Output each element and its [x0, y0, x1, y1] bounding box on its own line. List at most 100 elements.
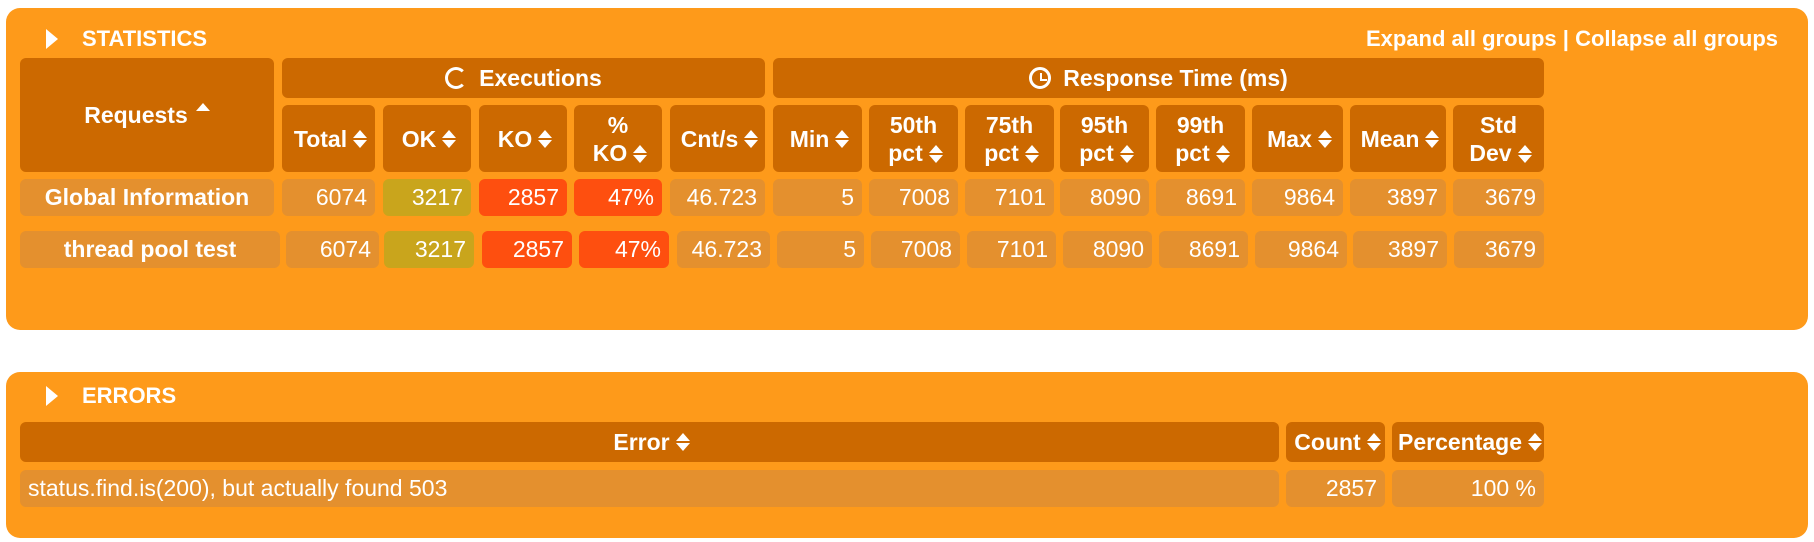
sort-icon	[1317, 129, 1332, 148]
link-separator: |	[1556, 26, 1576, 51]
cell-p75: 7101	[967, 231, 1056, 268]
errors-toggle[interactable]: ERRORS	[46, 378, 176, 414]
column-header-p50-line2: pct	[888, 139, 923, 166]
statistics-toggle[interactable]: STATISTICS	[46, 21, 207, 57]
column-header-error[interactable]: Error	[20, 422, 1279, 462]
cell-cnt-s: 46.723	[670, 179, 765, 216]
column-header-pct-ko-line1: %	[607, 111, 629, 138]
statistics-title: STATISTICS	[82, 26, 208, 51]
cell-error-message: status.find.is(200), but actually found …	[20, 470, 1279, 507]
column-header-std-dev[interactable]: Std Dev	[1453, 105, 1544, 172]
column-header-std-dev-line1: Std	[1479, 111, 1518, 138]
row-name[interactable]: thread pool test	[20, 231, 280, 268]
column-header-p50-line1: 50th	[889, 111, 938, 138]
refresh-icon	[445, 67, 468, 89]
cell-ko: 2857	[482, 231, 572, 268]
column-header-percentage[interactable]: Percentage	[1392, 422, 1544, 462]
column-header-p95[interactable]: 95th pct	[1060, 105, 1149, 172]
column-header-count[interactable]: Count	[1286, 422, 1385, 462]
sort-icon	[353, 129, 368, 148]
sort-icon	[633, 145, 648, 164]
sort-icon	[675, 433, 690, 451]
sort-icon	[744, 129, 759, 148]
column-header-ok-label: OK	[401, 125, 437, 152]
cell-min: 5	[773, 179, 862, 216]
column-header-min-label: Min	[789, 125, 830, 152]
cell-mean: 3897	[1353, 231, 1447, 268]
triangle-right-icon	[46, 29, 58, 49]
cell-p99: 8691	[1159, 231, 1248, 268]
collapse-all-groups-link[interactable]: Collapse all groups	[1575, 26, 1778, 51]
sort-icon	[1366, 433, 1381, 451]
cell-p50: 7008	[871, 231, 960, 268]
sort-icon	[928, 145, 943, 164]
cell-min: 5	[777, 231, 864, 268]
sort-icon	[1528, 433, 1542, 451]
clock-icon	[1029, 67, 1052, 89]
sort-icon	[1119, 145, 1134, 164]
cell-pct-ko: 47%	[574, 179, 662, 216]
column-header-p99[interactable]: 99th pct	[1156, 105, 1245, 172]
column-header-p75-line1: 75th	[985, 111, 1034, 138]
executions-group-header: Executions	[282, 58, 765, 98]
cell-total: 6074	[286, 231, 379, 268]
column-header-p99-line2: pct	[1175, 139, 1210, 166]
expand-all-groups-link[interactable]: Expand all groups	[1366, 26, 1557, 51]
response-time-header-label: Response Time (ms)	[1063, 65, 1288, 91]
cell-ok: 3217	[383, 179, 471, 216]
column-header-p75-line2: pct	[984, 139, 1019, 166]
column-header-pct-ko[interactable]: % KO	[574, 105, 662, 172]
statistics-panel: STATISTICS Expand all groups | Collapse …	[6, 8, 1808, 330]
cell-p50: 7008	[869, 179, 958, 216]
requests-header[interactable]: Requests	[20, 58, 274, 172]
column-header-p99-line1: 99th	[1176, 111, 1225, 138]
sort-icon	[1517, 145, 1532, 164]
column-header-total-label: Total	[293, 125, 348, 152]
column-header-min[interactable]: Min	[773, 105, 862, 172]
column-header-error-label: Error	[613, 429, 670, 455]
sort-icon	[1425, 129, 1440, 148]
column-header-cnt-s[interactable]: Cnt/s	[670, 105, 765, 172]
column-header-mean-label: Mean	[1360, 125, 1420, 152]
cell-mean: 3897	[1350, 179, 1446, 216]
column-header-p50[interactable]: 50th pct	[869, 105, 958, 172]
sort-icon	[1215, 145, 1230, 164]
cell-pct-ko: 47%	[579, 231, 669, 268]
requests-header-label: Requests	[84, 102, 188, 128]
cell-error-percentage: 100 %	[1392, 470, 1544, 507]
cell-std-dev: 3679	[1453, 179, 1544, 216]
column-header-p75[interactable]: 75th pct	[965, 105, 1054, 172]
cell-max: 9864	[1255, 231, 1347, 268]
column-header-pct-ko-line2: KO	[592, 139, 628, 166]
errors-title: ERRORS	[82, 383, 177, 408]
group-links: Expand all groups | Collapse all groups	[1366, 21, 1778, 57]
cell-p99: 8691	[1156, 179, 1245, 216]
column-header-mean[interactable]: Mean	[1350, 105, 1446, 172]
sort-icon	[538, 129, 553, 148]
column-header-ok[interactable]: OK	[383, 105, 471, 172]
cell-p95: 8090	[1063, 231, 1152, 268]
row-name: Global Information	[20, 179, 274, 216]
column-header-ko-label: KO	[497, 125, 533, 152]
column-header-p95-line1: 95th	[1080, 111, 1129, 138]
column-header-std-dev-line2: Dev	[1469, 139, 1512, 166]
cell-cnt-s: 46.723	[677, 231, 770, 268]
column-header-cnt-s-label: Cnt/s	[680, 125, 739, 152]
column-header-ko[interactable]: KO	[479, 105, 567, 172]
column-header-percentage-label: Percentage	[1397, 429, 1522, 455]
cell-p75: 7101	[965, 179, 1054, 216]
cell-ko: 2857	[479, 179, 567, 216]
cell-total: 6074	[282, 179, 375, 216]
executions-header-label: Executions	[479, 65, 602, 91]
cell-std-dev: 3679	[1454, 231, 1544, 268]
column-header-total[interactable]: Total	[282, 105, 375, 172]
triangle-right-icon	[46, 386, 58, 406]
sort-asc-icon	[195, 103, 210, 111]
response-time-group-header: Response Time (ms)	[773, 58, 1544, 98]
cell-max: 9864	[1252, 179, 1343, 216]
column-header-max-label: Max	[1267, 125, 1312, 152]
cell-ok: 3217	[384, 231, 474, 268]
errors-panel: ERRORS Error Count Percentage status.fin…	[6, 372, 1808, 538]
column-header-max[interactable]: Max	[1252, 105, 1343, 172]
column-header-p95-line2: pct	[1079, 139, 1114, 166]
